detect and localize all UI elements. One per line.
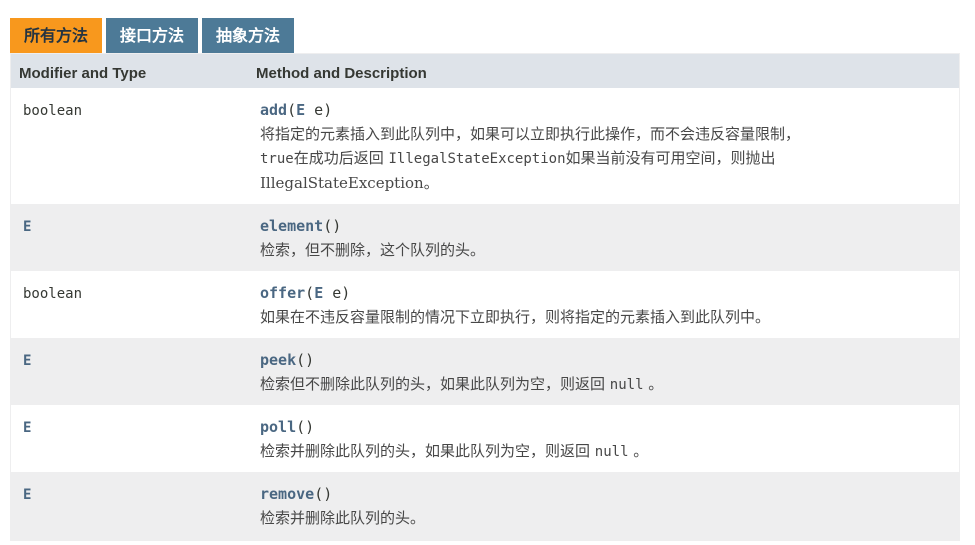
method-link-peek[interactable]: peek (260, 351, 296, 369)
table-row: E element() 检索，但不删除，这个队列的头。 (11, 204, 959, 271)
table-row: E remove() 检索并删除此队列的头。 (11, 472, 959, 540)
method-cell: offer(E e) 如果在不违反容量限制的情况下立即执行，则将指定的元素插入到… (260, 283, 949, 329)
method-cell: poll() 检索并删除此队列的头，如果此队列为空，则返回 null 。 (260, 417, 949, 464)
table-row: boolean add(E e) 将指定的元素插入到此队列中，如果可以立即执行此… (11, 88, 959, 204)
method-cell: peek() 检索但不删除此队列的头，如果此队列为空，则返回 null 。 (260, 350, 949, 397)
method-link-add[interactable]: add (260, 101, 287, 119)
method-description: 将指定的元素插入到此队列中，如果可以立即执行此操作，而不会违反容量限制， tru… (260, 125, 801, 192)
method-signature: add(E e) (260, 101, 333, 119)
method-signature: element() (260, 217, 342, 235)
return-type: boolean (23, 286, 83, 302)
method-description: 检索，但不删除，这个队列的头。 (260, 241, 486, 259)
header-modifier-type: Modifier and Type (19, 65, 147, 82)
method-description: 检索并删除此队列的头。 (260, 509, 426, 527)
tab-abstract-methods[interactable]: 抽象方法 (202, 18, 295, 53)
method-cell: element() 检索，但不删除，这个队列的头。 (260, 216, 949, 262)
return-type[interactable]: E (23, 420, 31, 436)
method-signature: poll() (260, 418, 315, 436)
tab-interface-methods[interactable]: 接口方法 (106, 18, 199, 53)
header-method-description: Method and Description (256, 65, 427, 82)
method-signature: peek() (260, 351, 315, 369)
method-description: 检索但不删除此队列的头，如果此队列为空，则返回 null 。 (260, 375, 664, 393)
param-type-link[interactable]: E (314, 284, 323, 302)
method-link-element[interactable]: element (260, 217, 323, 235)
table-row: E poll() 检索并删除此队列的头，如果此队列为空，则返回 null 。 (11, 405, 959, 472)
table-header: Modifier and Type Method and Description (11, 54, 959, 88)
method-tabs: 所有方法 接口方法 抽象方法 (10, 18, 298, 53)
method-link-remove[interactable]: remove (260, 485, 314, 503)
return-type[interactable]: E (23, 487, 31, 503)
method-summary-table: Modifier and Type Method and Description… (10, 53, 960, 541)
method-cell: add(E e) 将指定的元素插入到此队列中，如果可以立即执行此操作，而不会违反… (260, 100, 949, 195)
table-row: boolean offer(E e) 如果在不违反容量限制的情况下立即执行，则将… (11, 271, 959, 338)
method-link-offer[interactable]: offer (260, 284, 305, 302)
param-type-link[interactable]: E (296, 101, 305, 119)
method-link-poll[interactable]: poll (260, 418, 296, 436)
return-type[interactable]: E (23, 219, 31, 235)
method-description: 检索并删除此队列的头，如果此队列为空，则返回 null 。 (260, 442, 649, 460)
method-cell: remove() 检索并删除此队列的头。 (260, 484, 949, 530)
method-description: 如果在不违反容量限制的情况下立即执行，则将指定的元素插入到此队列中。 (260, 308, 771, 326)
return-type: boolean (23, 103, 83, 119)
tab-all-methods[interactable]: 所有方法 (10, 18, 103, 53)
return-type[interactable]: E (23, 353, 31, 369)
method-signature: offer(E e) (260, 284, 351, 302)
method-signature: remove() (260, 485, 333, 503)
table-row: E peek() 检索但不删除此队列的头，如果此队列为空，则返回 null 。 (11, 338, 959, 405)
